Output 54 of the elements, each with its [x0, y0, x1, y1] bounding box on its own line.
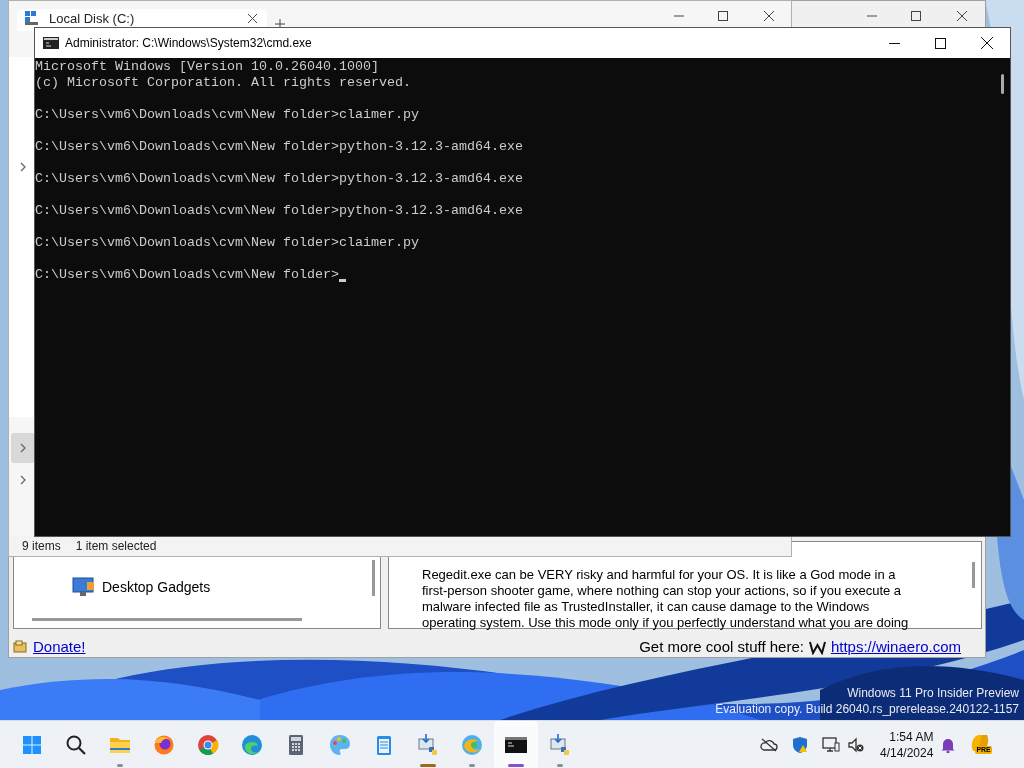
desktop-watermark: Windows 11 Pro Insider Preview Evaluation copy. Build 26040.rs_prerelease.240122-1157 — [715, 685, 1019, 717]
palette-icon — [328, 733, 352, 757]
running-indicator — [508, 764, 524, 767]
console-line: C:\Users\vm6\Downloads\cvm\New folder>claimer.py — [35, 107, 419, 123]
installer-icon — [416, 733, 440, 757]
console-line: (c) Microsoft Corporation. All rights reserved. — [35, 75, 411, 91]
donate-icon — [13, 640, 27, 654]
monitor-icon — [72, 576, 96, 598]
browser-icon — [196, 733, 220, 757]
selection-count: 1 item selected — [75, 538, 157, 555]
speaker-muted-icon[interactable] — [848, 737, 864, 753]
console-line: C:\Users\vm6\Downloads\cvm\New folder>claimer.py — [35, 235, 419, 251]
console-line: C:\Users\vm6\Downloads\cvm\New folder> — [35, 267, 339, 283]
bell-icon[interactable] — [941, 737, 956, 753]
cloud-off-icon[interactable] — [760, 738, 778, 752]
installer-icon — [548, 733, 572, 757]
drive-icon — [25, 11, 39, 25]
promo-text: Get more cool stuff here: — [639, 636, 804, 657]
start-icon — [20, 733, 44, 757]
new-tab-icon[interactable] — [275, 19, 285, 29]
browser-icon — [240, 733, 264, 757]
tree-item[interactable]: Desktop Gadgets — [102, 576, 211, 598]
search-icon — [64, 733, 88, 757]
scrollbar — [372, 560, 375, 596]
close-icon[interactable] — [248, 14, 257, 23]
maximize-icon[interactable] — [935, 37, 946, 49]
expand-chevron[interactable] — [11, 433, 35, 463]
close-icon[interactable] — [981, 37, 993, 49]
fox-browser-icon — [152, 733, 176, 757]
window-title: Administrator: C:\Windows\System32\cmd.exe — [65, 35, 312, 52]
scrollbar — [972, 562, 975, 588]
close-icon[interactable] — [957, 11, 967, 21]
running-indicator — [117, 764, 123, 767]
item-count: 9 items — [22, 538, 61, 555]
running-indicator — [420, 764, 436, 767]
monitor-icon[interactable] — [822, 737, 840, 753]
warning-text: Regedit.exe can be VERY risky and harmful for your OS. It is like a God mode in a first-person shooter game, where nothing can stop your actions, so if you execute a malware infected file as TrustedInstaller, it can cause damage to the Windows operating system. Use this mode only if you perfectly understand what you are doing — [422, 567, 909, 631]
console-line: Microsoft Windows [Version 10.0.26040.1000] — [35, 59, 379, 75]
website-link[interactable]: https://winaero.com — [830, 635, 961, 659]
clock[interactable]: 1:54 AM 4/14/2024 — [880, 729, 934, 761]
browser-icon — [460, 733, 484, 757]
maximize-icon[interactable] — [911, 11, 921, 21]
donate-link[interactable]: Donate! — [33, 635, 86, 659]
console-line: C:\Users\vm6\Downloads\cvm\New folder>python-3.12.3-amd64.exe — [35, 203, 523, 219]
console-line: C:\Users\vm6\Downloads\cvm\New folder>python-3.12.3-amd64.exe — [35, 171, 523, 187]
winaero-logo-icon — [808, 639, 826, 655]
maximize-icon[interactable] — [718, 11, 728, 21]
close-icon[interactable] — [764, 11, 774, 21]
console-line: C:\Users\vm6\Downloads\cvm\New folder>python-3.12.3-amd64.exe — [35, 139, 523, 155]
running-indicator — [469, 764, 475, 767]
taskbar-button[interactable] — [494, 721, 538, 768]
running-indicator — [557, 764, 563, 767]
console-icon — [43, 37, 59, 49]
shield-warning-icon[interactable] — [792, 736, 808, 754]
